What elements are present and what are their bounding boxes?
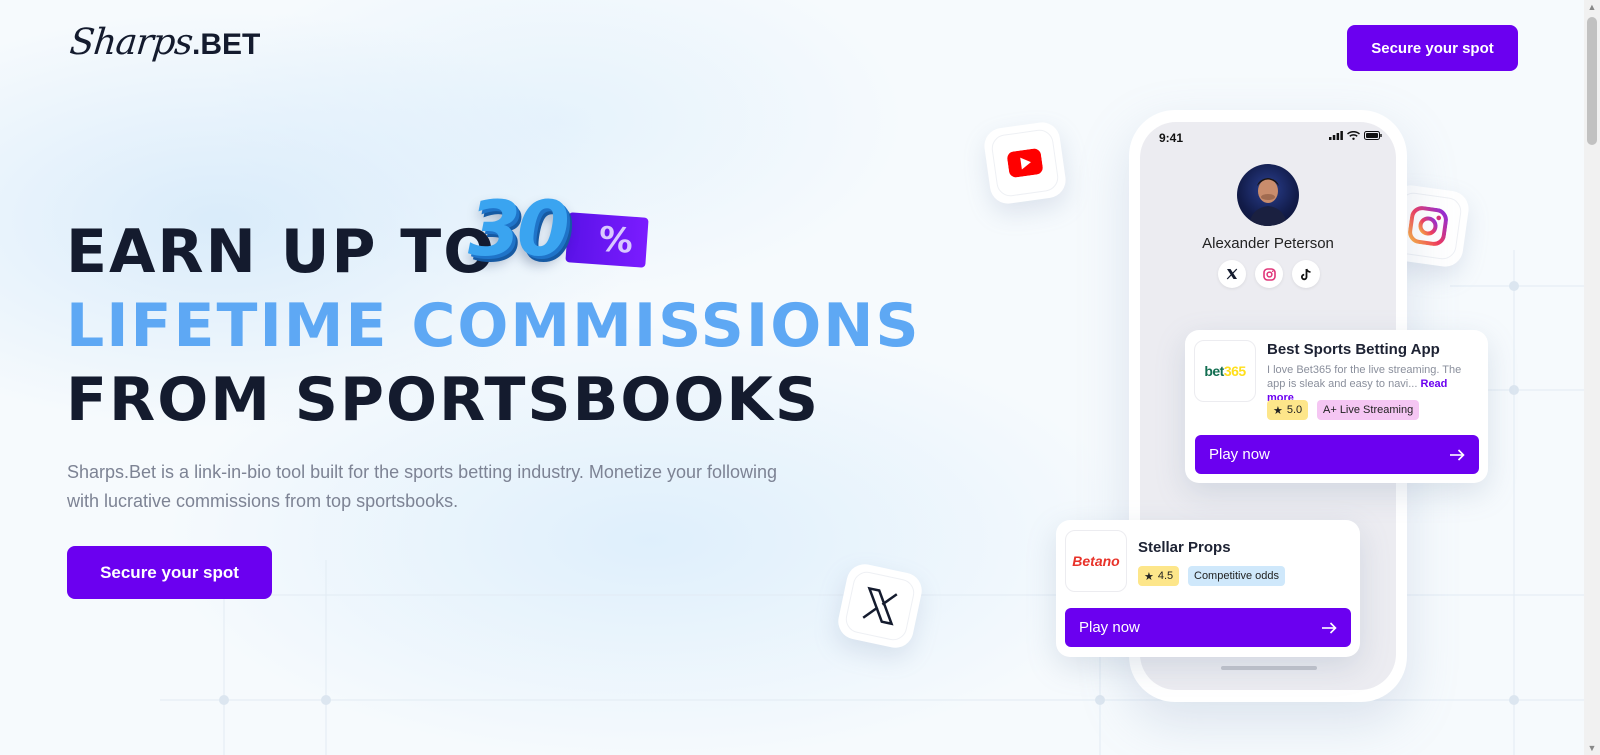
star-icon: ★ [1144,570,1154,583]
rating-value: 5.0 [1286,404,1303,416]
youtube-tile [982,120,1068,206]
profile-instagram-link[interactable] [1255,260,1283,288]
badge-percent: % [565,212,649,268]
bet365-logo: bet365bet365 [1194,340,1256,402]
commission-badge: % 30 [462,184,652,280]
youtube-icon [1007,148,1043,178]
feature-tag: Competitive odds [1188,566,1285,586]
betano-logo-text: Betano [1072,553,1120,569]
rating-chip: ★ 5.0 [1267,400,1309,420]
logo-script: Sharps [67,22,195,63]
sportsbook-card-bet365: bet365bet365 Best Sports Betting App I l… [1185,330,1488,483]
status-time: 9:41 [1159,131,1184,145]
tiktok-icon [1301,268,1311,280]
card-title: Stellar Props [1138,539,1231,556]
headline-line-2: LIFETIME COMMISSIONS [66,291,921,361]
scrollbar-thumb[interactable] [1587,17,1597,145]
avatar-person-icon [1249,178,1287,226]
badge-value: 30 [468,184,570,273]
arrow-right-icon [1450,448,1465,461]
play-now-label: Play now [1079,619,1140,636]
hero-subtext: Sharps.Bet is a link-in-bio tool built f… [67,462,778,511]
betano-logo: Betano [1065,530,1127,592]
battery-icon [1364,131,1382,140]
rating-chip: ★ 4.5 [1138,566,1180,586]
card-review: I love Bet365 for the live streaming. Th… [1267,363,1477,405]
play-now-button[interactable]: Play now [1065,608,1351,647]
star-icon: ★ [1273,404,1283,417]
play-now-button[interactable]: Play now [1195,435,1479,474]
headline-line-3: FROM SPORTSBOOKS [66,365,821,435]
play-now-label: Play now [1209,446,1270,463]
x-icon [1226,268,1238,280]
scroll-up-icon[interactable]: ▲ [1587,2,1597,12]
feature-tag: A+ Live Streaming [1317,400,1420,420]
profile-x-link[interactable] [1218,260,1246,288]
arrow-right-icon [1322,621,1337,634]
instagram-icon [1408,206,1448,246]
scroll-down-icon[interactable]: ▼ [1587,743,1597,753]
signal-icon [1329,131,1343,140]
logo-suffix: .BET [192,28,261,61]
avatar [1237,164,1299,226]
profile-tiktok-link[interactable] [1292,260,1320,288]
wifi-icon [1347,131,1360,140]
x-icon [862,586,898,626]
nav-secure-spot-button[interactable]: Secure your spot [1347,25,1518,71]
site-logo[interactable]: Sharps .BET [67,22,261,68]
home-indicator [1221,666,1317,670]
status-icons [1329,131,1382,140]
hero-secure-spot-button[interactable]: Secure your spot [67,546,272,599]
instagram-icon [1262,267,1276,281]
x-tile [834,560,926,652]
bet365-logo-text: bet365bet365 [1204,363,1246,379]
sportsbook-card-betano: Betano Stellar Props ★ 4.5 Competitive o… [1056,520,1360,657]
rating-value: 4.5 [1157,570,1174,582]
profile-social-links [1218,260,1320,288]
profile-name: Alexander Peterson [1202,235,1334,252]
card-title: Best Sports Betting App [1267,341,1440,358]
